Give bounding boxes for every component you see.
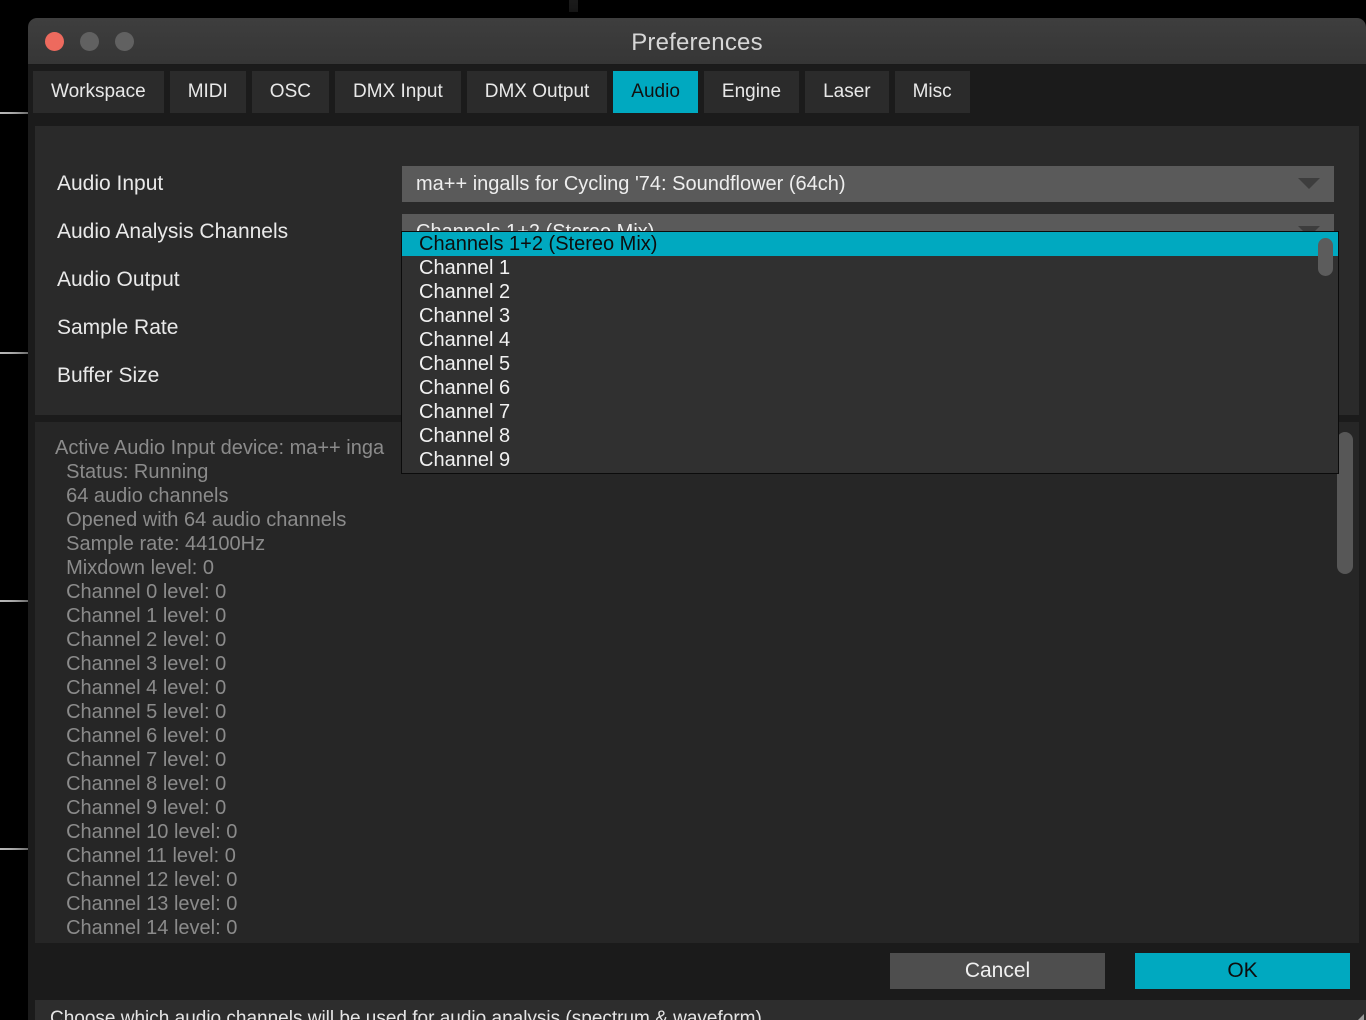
label-audio-output: Audio Output — [57, 268, 180, 292]
preferences-window: Preferences Workspace MIDI OSC DMX Input… — [28, 18, 1366, 1020]
dropdown-option[interactable]: Channel 2 — [402, 280, 1338, 304]
audio-status-log-text: Active Audio Input device: ma++ inga Sta… — [55, 436, 384, 940]
background-divider-rule — [0, 600, 29, 602]
dropdown-option[interactable]: Channel 6 — [402, 376, 1338, 400]
audio-analysis-channels-dropdown[interactable]: Channels 1+2 (Stereo Mix) Channel 1 Chan… — [401, 231, 1339, 474]
row-audio-input: Audio Input ma++ ingalls for Cycling '74… — [35, 160, 1359, 208]
dropdown-option[interactable]: Channel 4 — [402, 328, 1338, 352]
background-divider-rule — [0, 352, 29, 354]
background-divider-rule — [0, 848, 29, 850]
label-audio-input: Audio Input — [57, 172, 163, 196]
tab-misc[interactable]: Misc — [895, 71, 970, 113]
cancel-button[interactable]: Cancel — [890, 953, 1105, 989]
resize-grip-icon[interactable] — [1342, 1014, 1364, 1020]
tab-workspace[interactable]: Workspace — [33, 71, 164, 113]
audio-input-value: ma++ ingalls for Cycling '74: Soundflowe… — [402, 173, 846, 196]
dropdown-option[interactable]: Channel 1 — [402, 256, 1338, 280]
dropdown-option[interactable]: Channel 7 — [402, 400, 1338, 424]
audio-input-select[interactable]: ma++ ingalls for Cycling '74: Soundflowe… — [402, 166, 1334, 202]
background-divider-rule — [0, 112, 29, 114]
tab-dmx-output[interactable]: DMX Output — [467, 71, 608, 113]
window-title: Preferences — [28, 29, 1366, 57]
preferences-tab-bar: Workspace MIDI OSC DMX Input DMX Output … — [28, 65, 1366, 125]
tab-dmx-input[interactable]: DMX Input — [335, 71, 461, 113]
dropdown-option[interactable]: Channel 5 — [402, 352, 1338, 376]
dropdown-option[interactable]: Channel 9 — [402, 448, 1338, 472]
tab-osc[interactable]: OSC — [252, 71, 329, 113]
status-bar-text: Choose which audio channels will be used… — [35, 1008, 762, 1020]
label-audio-analysis-channels: Audio Analysis Channels — [57, 220, 288, 244]
chevron-down-icon — [1298, 178, 1320, 189]
tab-laser[interactable]: Laser — [805, 71, 889, 113]
dropdown-option[interactable]: Channel 8 — [402, 424, 1338, 448]
dropdown-scrollbar-thumb[interactable] — [1318, 238, 1333, 276]
dropdown-option[interactable]: Channel 3 — [402, 304, 1338, 328]
tab-audio[interactable]: Audio — [613, 71, 698, 113]
ok-button[interactable]: OK — [1135, 953, 1350, 989]
background-window-notch — [569, 0, 578, 12]
window-titlebar[interactable]: Preferences — [28, 18, 1366, 65]
label-buffer-size: Buffer Size — [57, 364, 159, 388]
dropdown-scrollbar-track[interactable] — [1321, 234, 1336, 473]
status-bar: Choose which audio channels will be used… — [35, 1000, 1366, 1020]
tab-engine[interactable]: Engine — [704, 71, 799, 113]
tab-midi[interactable]: MIDI — [170, 71, 246, 113]
dialog-button-row: Cancel OK — [28, 943, 1366, 1000]
dropdown-option[interactable]: Channels 1+2 (Stereo Mix) — [402, 232, 1338, 256]
label-sample-rate: Sample Rate — [57, 316, 178, 340]
audio-status-log: Active Audio Input device: ma++ inga Sta… — [35, 422, 1359, 943]
audio-log-scrollbar-thumb[interactable] — [1337, 432, 1353, 574]
